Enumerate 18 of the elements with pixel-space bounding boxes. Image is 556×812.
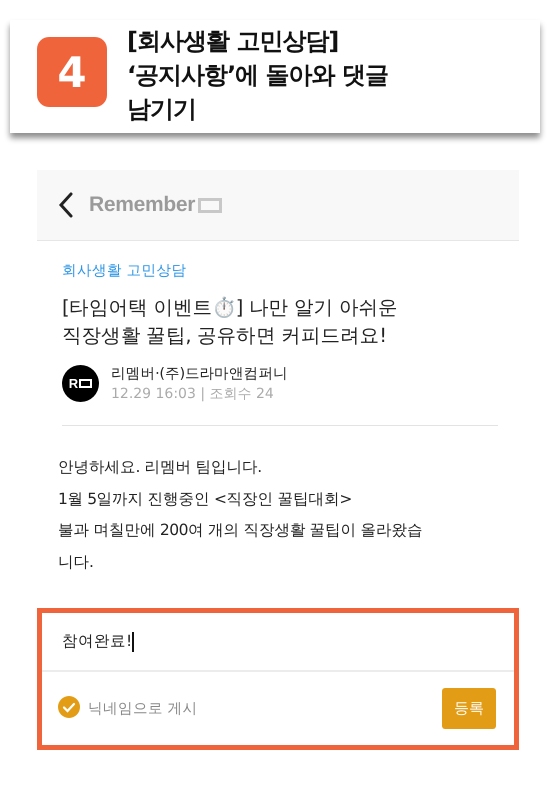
- back-icon[interactable]: [57, 190, 75, 220]
- author-avatar: R: [62, 365, 99, 402]
- step-number: 4: [37, 37, 107, 107]
- step-title-line: [회사생활 고민상담]: [127, 26, 338, 57]
- nickname-option-label[interactable]: 닉네임으로 게시: [88, 699, 434, 718]
- checkbox[interactable]: [58, 696, 80, 718]
- rectangle-icon: [198, 198, 222, 212]
- post-title-line: [타임어택 이벤트⏱] 나만 알기 아쉬운: [62, 295, 399, 321]
- post-category[interactable]: 회사생활 고민상담: [62, 261, 498, 280]
- step-title-line: 남기기: [127, 94, 196, 125]
- author-name: 리멤버·(주)드라마앤컴퍼니: [111, 365, 288, 383]
- post-meta: 12.29 16:03 | 조회수 24: [111, 385, 275, 403]
- post-body: 안녕하세요. 리멤버 팀입니다. 1월 5일까지 진행중인 <직장인 꿀팁대회> 불과 며칠만에 200여 개의 직장생활 꿀팁이 올라왔습 니다.: [57, 457, 424, 572]
- post-title-line: 직장생활 꿀팁, 공유하면 커피드려요!: [62, 323, 388, 349]
- step-title-line: ‘공지사항’에 돌아와 댓글: [127, 60, 388, 91]
- submit-button[interactable]: 등록: [442, 688, 496, 729]
- comment-input-field[interactable]: 참여완료!: [42, 613, 514, 672]
- app-logo: Remember: [89, 193, 196, 217]
